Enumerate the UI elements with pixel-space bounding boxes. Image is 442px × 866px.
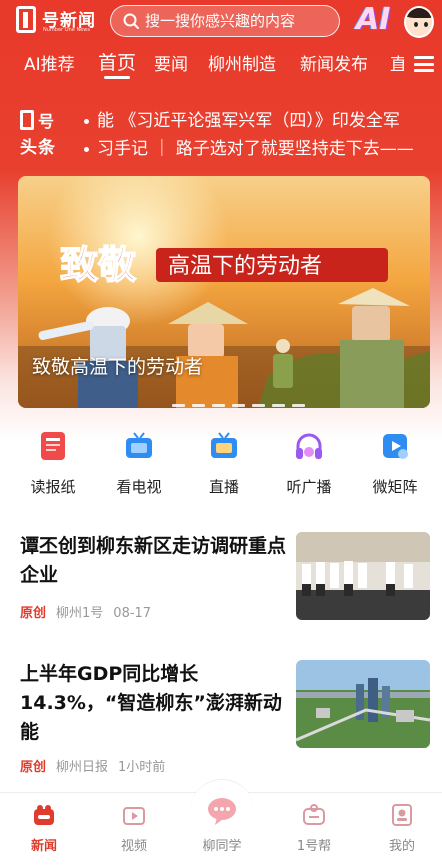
channel-menu-icon[interactable] xyxy=(414,56,434,72)
featured-banner[interactable]: 致敬 高温下的劳动者 致敬高温下的劳动者 xyxy=(18,176,430,408)
nav-label: 1号帮 xyxy=(296,839,332,854)
article-source: 柳州日报 xyxy=(56,760,109,775)
news-article[interactable]: 上半年GDP同比增长14.3%，“智造柳东”澎湃新动能 原创 柳州日报 1小时前 xyxy=(0,660,442,780)
app-header: 号新闻 Number One News AI xyxy=(0,0,442,42)
quick-link-live[interactable]: 直播 xyxy=(189,430,259,497)
ai-assistant-button[interactable]: AI xyxy=(356,2,436,40)
logo-mark-icon xyxy=(16,6,36,33)
article-thumbnail[interactable] xyxy=(296,532,430,620)
tv-icon xyxy=(126,432,152,458)
nav-news[interactable]: 新闻 xyxy=(14,803,74,854)
video-matrix-icon xyxy=(383,434,408,459)
active-tab-indicator xyxy=(104,76,130,79)
nav-help[interactable]: 1号帮 xyxy=(284,803,344,854)
quick-links: 读报纸 看电视 直播 听广播 微矩阵 xyxy=(0,430,442,500)
carousel-indicator xyxy=(172,392,312,407)
chat-bubble-icon xyxy=(208,798,236,825)
search-bar[interactable] xyxy=(110,5,340,37)
ai-avatar-icon xyxy=(404,6,434,38)
tab-liuzhou-manufacturing[interactable]: 柳州制造 xyxy=(208,50,276,75)
headline-item[interactable]: 能 《习近平论强军兴军（四）》印发全军 xyxy=(84,106,434,131)
bottom-navigation: 新闻 视频 柳同学 1号帮 我的 xyxy=(0,779,442,866)
news-icon xyxy=(34,805,54,825)
help-icon xyxy=(303,804,325,825)
nav-label: 我的 xyxy=(388,839,415,854)
article-meta: 原创 柳州1号 08-17 xyxy=(20,602,151,621)
carousel-dot xyxy=(252,404,265,407)
banner-title-small: 高温下的劳动者 xyxy=(168,254,322,279)
nav-label: 柳同学 xyxy=(202,839,242,854)
profile-icon xyxy=(392,804,412,826)
carousel-dot xyxy=(192,404,205,407)
quick-link-tv[interactable]: 看电视 xyxy=(104,430,174,497)
article-time: 08-17 xyxy=(113,606,152,621)
quick-link-newspaper[interactable]: 读报纸 xyxy=(18,430,88,497)
original-badge: 原创 xyxy=(20,760,47,775)
quick-link-label: 听广播 xyxy=(286,478,332,496)
video-icon xyxy=(123,807,145,825)
article-thumbnail[interactable] xyxy=(296,660,430,748)
ai-label: AI xyxy=(356,2,391,37)
headline-item[interactable]: 习手记 ｜ 路子选对了就要坚持走下去—— xyxy=(84,134,434,159)
app-logo[interactable]: 号新闻 Number One News xyxy=(16,4,102,36)
quick-link-label: 微矩阵 xyxy=(372,478,418,496)
quick-link-label: 看电视 xyxy=(116,478,162,496)
headline-logo-bottom: 头条 xyxy=(20,138,56,158)
tab-ai-recommend[interactable]: AI推荐 xyxy=(24,50,75,75)
quick-link-video-matrix[interactable]: 微矩阵 xyxy=(360,430,430,497)
carousel-dot xyxy=(212,404,225,407)
tab-press-release[interactable]: 新闻发布 xyxy=(300,50,368,75)
channel-tabs: AI推荐 首页 要闻 柳州制造 新闻发布 直 xyxy=(0,44,442,84)
nav-label: 新闻 xyxy=(30,839,57,854)
original-badge: 原创 xyxy=(20,606,47,621)
headline-logo-top: 号 xyxy=(38,112,55,131)
banner-caption: 致敬高温下的劳动者 xyxy=(32,356,204,378)
quick-link-radio[interactable]: 听广播 xyxy=(274,430,344,497)
nav-video[interactable]: 视频 xyxy=(104,803,164,854)
quick-link-label: 读报纸 xyxy=(30,478,76,496)
search-input[interactable] xyxy=(145,10,333,32)
search-icon xyxy=(123,13,139,29)
live-tv-icon xyxy=(211,432,237,458)
banner-title-big: 致敬 xyxy=(60,242,137,287)
logo-subtitle: Number One News xyxy=(43,27,90,33)
headline-logo: 号 头条 xyxy=(18,108,64,158)
article-time: 1小时前 xyxy=(118,760,166,775)
nav-label: 视频 xyxy=(120,839,147,854)
article-source: 柳州1号 xyxy=(56,606,104,621)
news-article[interactable]: 谭丕创到柳东新区走访调研重点企业 原创 柳州1号 08-17 xyxy=(0,532,442,650)
carousel-dot xyxy=(172,404,185,407)
carousel-dot xyxy=(232,404,245,407)
headline-ticker: 号 头条 能 《习近平论强军兴军（四）》印发全军 习手记 ｜ 路子选对了就要坚持… xyxy=(0,100,442,162)
newspaper-icon xyxy=(41,432,65,460)
carousel-dot xyxy=(272,404,285,407)
carousel-dot xyxy=(292,404,305,407)
tab-home[interactable]: 首页 xyxy=(98,48,136,75)
tab-live[interactable]: 直 xyxy=(390,50,404,75)
article-title[interactable]: 谭丕创到柳东新区走访调研重点企业 xyxy=(20,532,290,590)
headline-text: 能 《习近平论强军兴军（四）》印发全军 xyxy=(97,111,400,131)
headphones-icon xyxy=(296,433,322,459)
quick-link-label: 直播 xyxy=(208,478,239,496)
article-meta: 原创 柳州日报 1小时前 xyxy=(20,756,165,775)
headline-text: 习手记 ｜ 路子选对了就要坚持走下去—— xyxy=(97,139,414,159)
tab-key-news[interactable]: 要闻 xyxy=(154,50,188,75)
article-title[interactable]: 上半年GDP同比增长14.3%，“智造柳东”澎湃新动能 xyxy=(20,660,290,747)
nav-liu-classmate[interactable]: 柳同学 xyxy=(192,795,252,854)
nav-profile[interactable]: 我的 xyxy=(372,803,432,854)
